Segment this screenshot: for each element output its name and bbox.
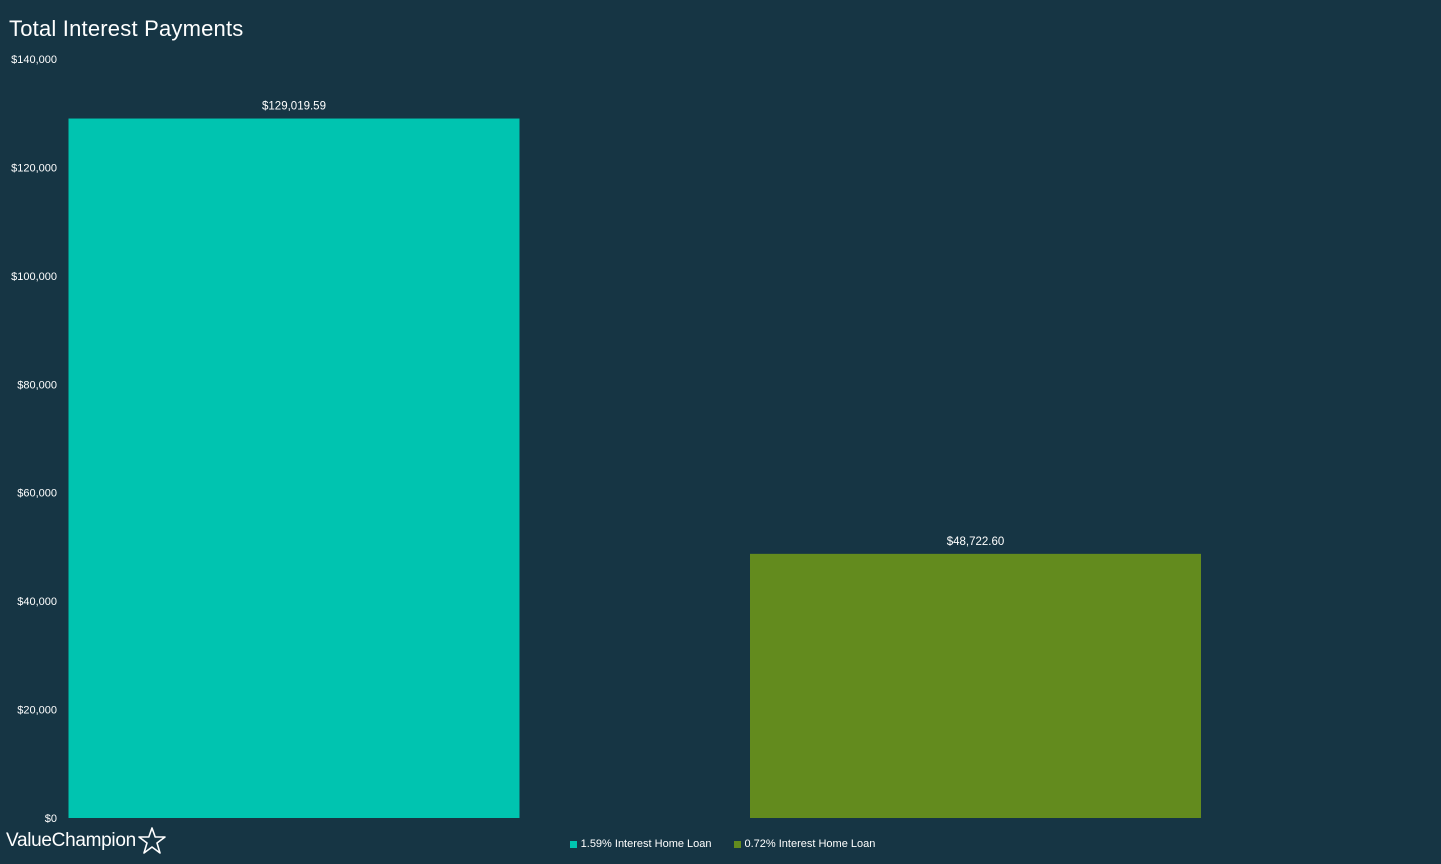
bar-value-label-2: $48,722.60 — [947, 536, 1005, 548]
y-tick-label: $120,000 — [11, 162, 57, 174]
y-tick-label: $60,000 — [17, 488, 57, 500]
bar-1[interactable] — [68, 118, 520, 818]
bars-group — [68, 118, 1201, 818]
y-tick-label: $80,000 — [17, 379, 57, 391]
y-tick-label: $140,000 — [11, 54, 57, 66]
legend-swatch-1 — [569, 840, 577, 848]
bar-value-label-1: $129,019.59 — [262, 101, 326, 113]
legend: 1.59% Interest Home Loan 0.72% Interest … — [0, 838, 1441, 850]
legend-item-2[interactable]: 0.72% Interest Home Loan — [733, 838, 876, 850]
bar-chart: $0 $20,000 $40,000 $60,000 $80,000 $100,000 $1… — [11, 54, 1201, 825]
y-axis: $0 $20,000 $40,000 $60,000 $80,000 $100,000 $1… — [11, 54, 57, 825]
brand-name: ValueChampion — [6, 830, 136, 851]
y-tick-label: $20,000 — [17, 705, 57, 717]
y-tick-label: $0 — [45, 813, 57, 825]
chart-container: Total Interest Payments $0 $20,000 $40,000… — [0, 0, 1441, 864]
legend-swatch-2 — [733, 840, 741, 848]
bar-2[interactable] — [750, 553, 1201, 818]
brand-logo: ValueChampion — [6, 826, 166, 856]
star-outline-icon — [138, 827, 166, 854]
legend-item-1[interactable]: 1.59% Interest Home Loan — [569, 838, 712, 850]
y-tick-label: $100,000 — [11, 271, 57, 283]
legend-label-2: 0.72% Interest Home Loan — [744, 838, 876, 850]
y-tick-label: $40,000 — [17, 596, 57, 608]
legend-label-1: 1.59% Interest Home Loan — [580, 838, 712, 850]
